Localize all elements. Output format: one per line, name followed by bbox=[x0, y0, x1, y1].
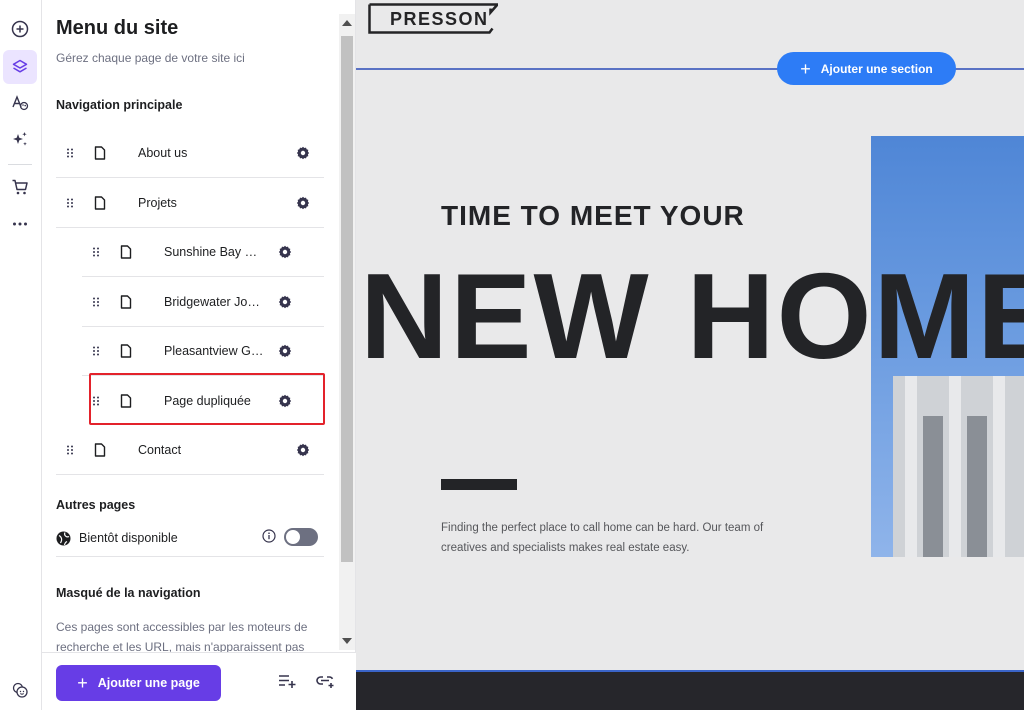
nav-item-label: Bridgewater Joy ... bbox=[164, 295, 264, 309]
add-section-label: Ajouter une section bbox=[820, 61, 933, 76]
page-icon bbox=[94, 146, 108, 160]
add-link-icon[interactable] bbox=[316, 673, 334, 689]
scrollbar-thumb[interactable] bbox=[341, 36, 353, 562]
visibility-toggle[interactable] bbox=[284, 528, 318, 546]
page-settings-gear-icon[interactable] bbox=[278, 295, 292, 309]
info-icon[interactable] bbox=[262, 529, 276, 548]
hero-paragraph[interactable]: Finding the perfect place to call home c… bbox=[441, 519, 771, 558]
nav-item-contact[interactable]: Contact bbox=[56, 426, 324, 475]
nav-subitem-sunshine-bay[interactable]: Sunshine Bay Re... bbox=[82, 228, 324, 277]
drag-handle-icon[interactable] bbox=[92, 297, 104, 307]
cart-icon bbox=[12, 179, 28, 195]
panel-footer: + Ajouter une page bbox=[42, 652, 356, 710]
other-page-item-coming-soon[interactable]: Bientôt disponible bbox=[56, 520, 324, 557]
panel-subtitle: Gérez chaque page de votre site ici bbox=[56, 51, 245, 65]
nav-item-label: About us bbox=[138, 146, 188, 160]
hero-subheading[interactable]: TIME TO MEET YOUR bbox=[441, 200, 745, 232]
other-pages-title: Autres pages bbox=[56, 498, 136, 512]
nav-item-label: Projets bbox=[138, 196, 177, 210]
building-shape bbox=[893, 376, 1024, 557]
page-icon bbox=[94, 443, 108, 457]
page-icon bbox=[120, 295, 134, 309]
page-icon bbox=[94, 196, 108, 210]
help-button[interactable] bbox=[3, 673, 37, 707]
nav-item-projets[interactable]: Projets bbox=[56, 179, 324, 228]
hidden-pages-title: Masqué de la navigation bbox=[56, 586, 201, 600]
store-button[interactable] bbox=[3, 170, 37, 204]
layers-icon bbox=[12, 59, 28, 73]
typography-palette-icon bbox=[12, 95, 29, 111]
page-settings-gear-icon[interactable] bbox=[278, 245, 292, 259]
more-icon bbox=[13, 222, 27, 226]
page-settings-gear-icon[interactable] bbox=[278, 344, 292, 358]
nav-item-label: Contact bbox=[138, 443, 182, 457]
site-menu-button[interactable] bbox=[3, 50, 37, 84]
nav-subitem-pleasantview[interactable]: Pleasantview Ge... bbox=[82, 327, 324, 376]
drag-handle-icon[interactable] bbox=[66, 198, 78, 208]
left-icon-rail bbox=[0, 0, 42, 710]
help-face-icon bbox=[12, 682, 28, 698]
scroll-down-arrow-icon[interactable] bbox=[342, 638, 352, 644]
globe-icon bbox=[56, 531, 71, 545]
other-page-label: Bientôt disponible bbox=[79, 531, 178, 545]
plus-circle-icon bbox=[11, 20, 29, 38]
hero-heading[interactable]: NEW HOME bbox=[360, 255, 1024, 377]
site-logo[interactable]: PRESSON bbox=[368, 3, 501, 34]
highlight-box bbox=[89, 373, 325, 425]
nav-item-label: Pleasantview Ge... bbox=[164, 344, 264, 358]
drag-handle-icon[interactable] bbox=[66, 148, 78, 158]
nav-item-label: Sunshine Bay Re... bbox=[164, 245, 264, 259]
drag-handle-icon[interactable] bbox=[92, 247, 104, 257]
page-settings-gear-icon[interactable] bbox=[296, 146, 310, 160]
add-section-button[interactable]: + Ajouter une section bbox=[777, 52, 956, 85]
main-navigation-title: Navigation principale bbox=[56, 98, 183, 112]
rail-divider bbox=[8, 164, 32, 165]
drag-handle-icon[interactable] bbox=[66, 445, 78, 455]
website-canvas[interactable]: PRESSON + Ajouter une section TIME TO ME… bbox=[356, 0, 1024, 710]
page-icon bbox=[120, 245, 134, 259]
nav-subitem-bridgewater-joy[interactable]: Bridgewater Joy ... bbox=[82, 278, 324, 327]
plus-icon: + bbox=[77, 673, 88, 693]
page-settings-gear-icon[interactable] bbox=[296, 443, 310, 457]
panel-scrollbar[interactable] bbox=[339, 14, 355, 650]
panel-title: Menu du site bbox=[56, 17, 179, 39]
styles-button[interactable] bbox=[3, 86, 37, 120]
scroll-up-arrow-icon[interactable] bbox=[342, 20, 352, 26]
sparkles-icon bbox=[13, 132, 27, 146]
nav-item-about-us[interactable]: About us bbox=[56, 129, 324, 178]
more-button[interactable] bbox=[3, 207, 37, 241]
plus-icon: + bbox=[800, 58, 811, 79]
page-icon bbox=[120, 344, 134, 358]
site-menu-panel: Menu du site Gérez chaque page de votre … bbox=[42, 0, 356, 710]
logo-text: PRESSON bbox=[390, 9, 489, 29]
add-elements-button[interactable] bbox=[3, 12, 37, 46]
add-list-icon[interactable] bbox=[278, 673, 296, 689]
hero-divider bbox=[441, 479, 517, 490]
next-section-band[interactable] bbox=[356, 670, 1024, 710]
ai-tools-button[interactable] bbox=[3, 122, 37, 156]
drag-handle-icon[interactable] bbox=[92, 346, 104, 356]
toggle-knob bbox=[286, 530, 300, 544]
hidden-pages-description: Ces pages sont accessibles par les moteu… bbox=[56, 620, 308, 652]
page-settings-gear-icon[interactable] bbox=[296, 196, 310, 210]
add-page-label: Ajouter une page bbox=[97, 676, 200, 690]
add-page-button[interactable]: + Ajouter une page bbox=[56, 665, 221, 701]
